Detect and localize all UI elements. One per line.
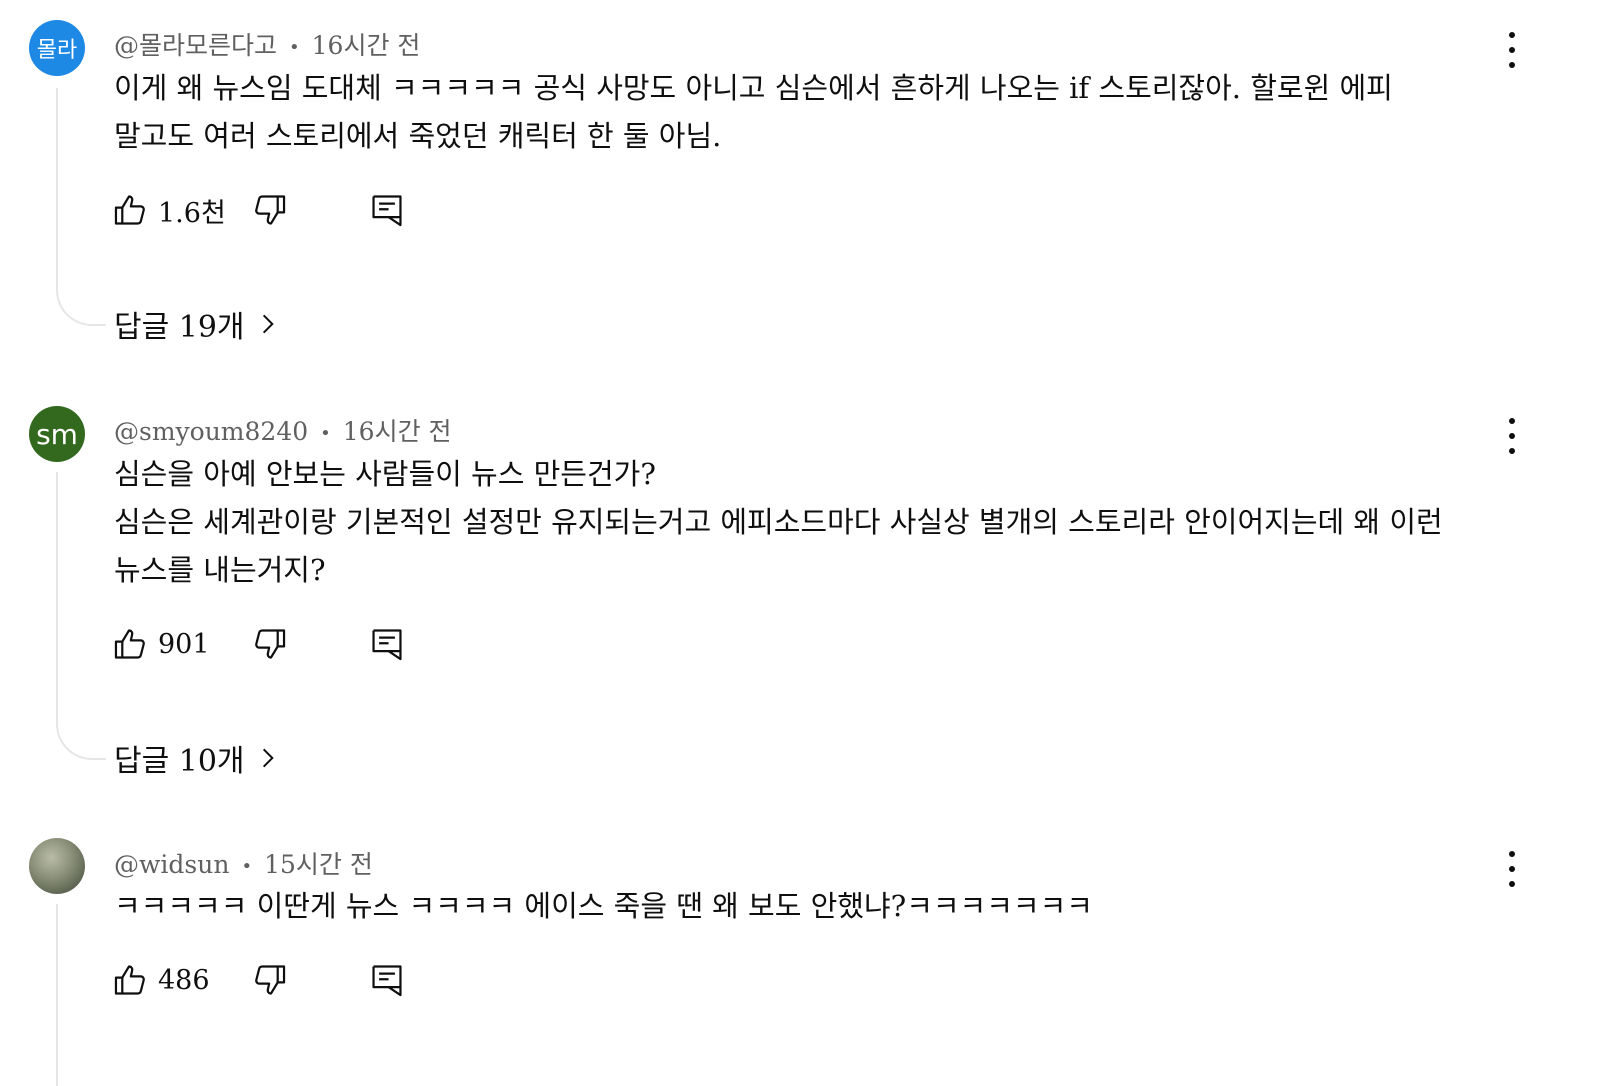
replies-count: 답글 10개 (114, 744, 245, 779)
avatar[interactable]: 몰라 (29, 20, 85, 76)
reply-comment-icon (372, 195, 402, 227)
comment-actions: 901 (112, 622, 406, 666)
more-vertical-icon (1509, 418, 1515, 424)
dislike-button[interactable] (250, 961, 288, 999)
comment-time[interactable]: 16시간 전 (312, 31, 421, 60)
author-name[interactable]: @몰라모른다고 (114, 31, 277, 60)
avatar-text: sm (36, 417, 78, 451)
comment-time[interactable]: 15시간 전 (264, 850, 373, 879)
replies-count: 답글 19개 (114, 310, 245, 345)
comment-meta: @smyoum8240 • 16시간 전 (114, 417, 452, 446)
comment-text: 심슨을 아예 안보는 사람들이 뉴스 만든건가? 심슨은 세계관이랑 기본적인 … (114, 457, 1443, 587)
more-options-button[interactable] (1500, 418, 1524, 454)
thumbs-up-icon (114, 965, 145, 995)
comment-text: ㅋㅋㅋㅋㅋ 이딴게 뉴스 ㅋㅋㅋㅋ 에이스 죽을 땐 왜 보도 안했냐?ㅋㅋㅋㅋ… (114, 889, 1093, 923)
comment-actions: 1.6천 (112, 188, 406, 232)
like-count: 486 (158, 964, 210, 996)
comment-meta: @widsun • 15시간 전 (114, 850, 373, 879)
thumbs-down-icon (255, 195, 286, 225)
avatar[interactable]: sm (29, 406, 85, 462)
thumbs-down-icon (255, 965, 286, 995)
comment-text: 이게 왜 뉴스임 도대체 ㅋㅋㅋㅋㅋ 공식 사망도 아니고 심슨에서 흔하게 나… (114, 71, 1393, 153)
like-count: 1.6천 (158, 197, 226, 229)
chevron-right-icon (262, 314, 274, 334)
more-vertical-icon (1509, 851, 1515, 857)
avatar-text: 몰라 (36, 38, 78, 63)
reply-comment-icon (372, 629, 402, 661)
like-button[interactable] (112, 625, 150, 663)
dislike-button[interactable] (250, 625, 288, 663)
comment-actions: 486 (112, 958, 406, 1002)
more-vertical-icon (1509, 32, 1515, 38)
like-count: 901 (158, 628, 210, 660)
chevron-right-icon (262, 748, 274, 768)
comment-time[interactable]: 16시간 전 (343, 417, 452, 446)
replies-toggle[interactable]: 답글 19개 (114, 302, 281, 346)
dislike-button[interactable] (250, 191, 288, 229)
thread-line (56, 904, 106, 1086)
author-name[interactable]: @widsun (114, 850, 229, 879)
avatar[interactable] (29, 838, 85, 894)
thumbs-up-icon (114, 195, 145, 225)
more-options-button[interactable] (1500, 851, 1524, 887)
thumbs-up-icon (114, 629, 145, 659)
replies-toggle[interactable]: 답글 10개 (114, 736, 281, 780)
thread-line (56, 472, 106, 760)
like-button[interactable] (112, 961, 150, 999)
like-button[interactable] (112, 191, 150, 229)
reply-comment-icon (372, 965, 402, 997)
more-options-button[interactable] (1500, 32, 1524, 68)
comment-meta: @몰라모른다고 • 16시간 전 (114, 31, 421, 60)
thread-line (56, 88, 106, 326)
author-name[interactable]: @smyoum8240 (114, 417, 308, 446)
reply-button[interactable] (368, 190, 406, 230)
reply-button[interactable] (368, 960, 406, 1000)
thumbs-down-icon (255, 629, 286, 659)
reply-button[interactable] (368, 624, 406, 664)
